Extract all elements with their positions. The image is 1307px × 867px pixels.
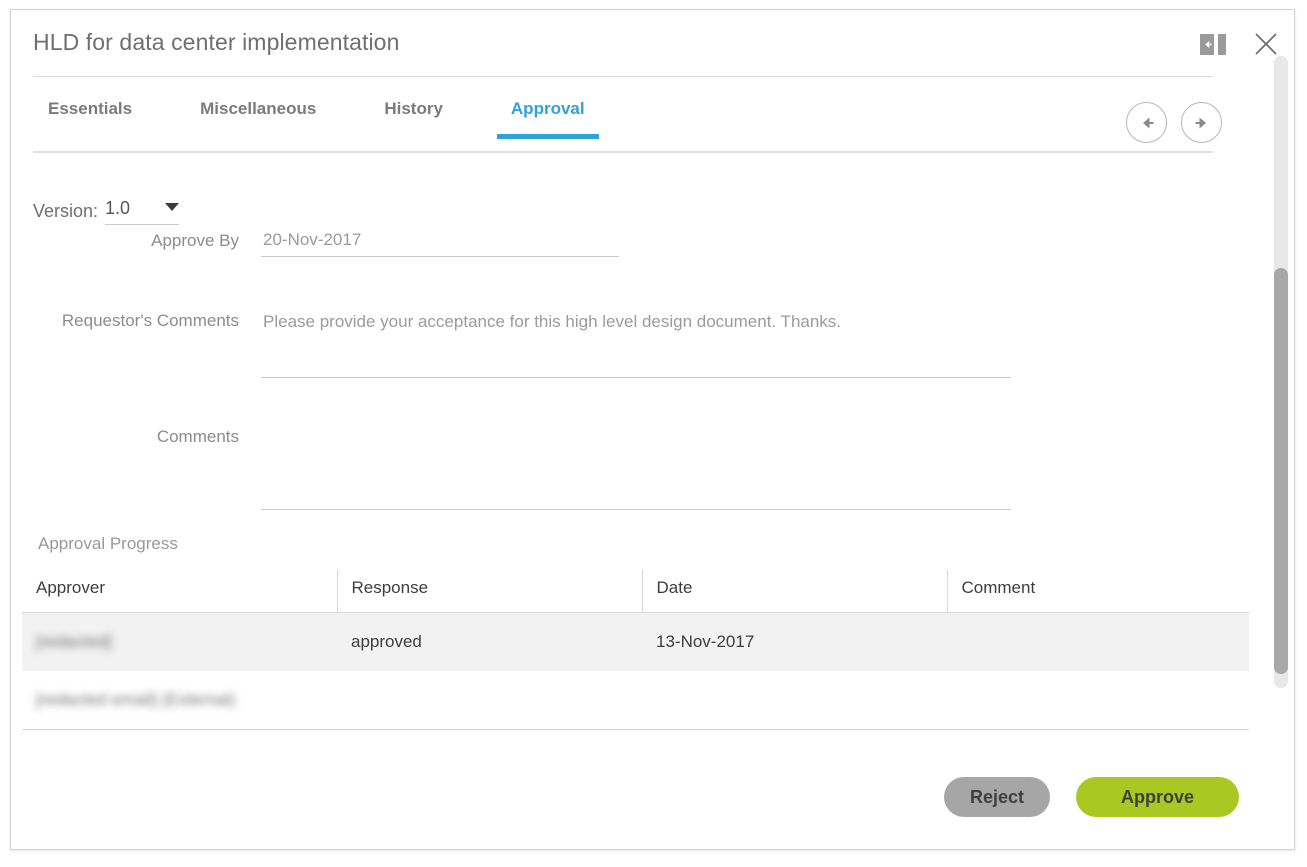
field-requestor-comments: Requestor's Comments bbox=[33, 310, 1011, 378]
arrow-right-icon bbox=[1195, 117, 1206, 128]
next-record-button[interactable] bbox=[1181, 102, 1222, 143]
redacted-approver: [redacted email] (External) bbox=[36, 690, 236, 709]
version-row: Version: 1.0 bbox=[33, 198, 180, 225]
vertical-scrollbar[interactable] bbox=[1274, 56, 1288, 688]
cell-response: approved bbox=[351, 632, 422, 651]
chevron-down-icon bbox=[165, 203, 180, 211]
cell-comment bbox=[947, 613, 1249, 672]
comments-label: Comments bbox=[156, 427, 239, 446]
version-label: Version: bbox=[33, 201, 99, 221]
approval-progress-table: Approver Response Date Comment [redacted… bbox=[22, 570, 1249, 730]
approve-by-input[interactable] bbox=[261, 230, 619, 257]
column-header-response: Response bbox=[336, 570, 642, 613]
approval-dialog: HLD for data center implementation Essen… bbox=[10, 9, 1295, 850]
redacted-approver: [redacted] bbox=[36, 632, 112, 651]
approve-button[interactable]: Approve bbox=[1076, 777, 1239, 817]
close-button[interactable] bbox=[1252, 30, 1280, 58]
approve-by-label: Approve By bbox=[151, 231, 239, 250]
cell-approver: [redacted] bbox=[22, 613, 337, 672]
comments-input[interactable] bbox=[261, 426, 1011, 510]
dialog-titlebar: HLD for data center implementation bbox=[11, 10, 1294, 76]
approval-progress-label: Approval Progress bbox=[38, 534, 178, 553]
previous-record-button[interactable] bbox=[1126, 102, 1167, 143]
field-approve-by: Approve By bbox=[33, 230, 619, 257]
table-row[interactable]: [redacted] approved 13-Nov-2017 bbox=[22, 612, 1249, 672]
tab-history[interactable]: History bbox=[384, 88, 443, 139]
tab-essentials[interactable]: Essentials bbox=[48, 88, 132, 139]
column-header-date: Date bbox=[641, 570, 947, 613]
table-header-row: Approver Response Date Comment bbox=[22, 570, 1249, 613]
version-value: 1.0 bbox=[105, 198, 131, 218]
arrow-left-icon bbox=[1142, 117, 1153, 128]
cell-date: 13-Nov-2017 bbox=[656, 632, 755, 651]
arrow-left-glyph bbox=[1205, 40, 1212, 48]
close-icon bbox=[1255, 33, 1277, 55]
cell-response bbox=[337, 671, 642, 730]
collapse-panel-icon bbox=[1200, 33, 1226, 55]
cell-approver: [redacted email] (External) bbox=[22, 671, 337, 730]
titlebar-actions bbox=[1200, 30, 1280, 58]
collapse-panel-button[interactable] bbox=[1200, 33, 1226, 55]
requestor-comments-label: Requestor's Comments bbox=[61, 311, 239, 330]
cell-date bbox=[642, 671, 947, 730]
cell-comment bbox=[947, 671, 1249, 730]
tab-approval[interactable]: Approval bbox=[496, 88, 599, 139]
version-select[interactable]: 1.0 bbox=[105, 198, 180, 225]
table-row[interactable]: [redacted email] (External) bbox=[22, 671, 1249, 730]
tab-miscellaneous[interactable]: Miscellaneous bbox=[200, 88, 316, 139]
field-comments: Comments bbox=[33, 426, 1011, 510]
reject-button[interactable]: Reject bbox=[943, 777, 1050, 817]
dialog-footer: Reject Approve bbox=[11, 759, 1269, 849]
column-header-approver: Approver bbox=[22, 570, 337, 613]
record-navigation bbox=[1126, 102, 1222, 143]
approval-form-scroll-area: Version: 1.0 Approve By Requestor's Comm… bbox=[11, 152, 1269, 762]
scrollbar-thumb[interactable] bbox=[1274, 268, 1288, 674]
requestor-comments-input[interactable] bbox=[261, 310, 1011, 378]
page-title: HLD for data center implementation bbox=[33, 29, 400, 55]
column-header-comment: Comment bbox=[946, 570, 1249, 613]
tab-bar: Essentials Miscellaneous History Approva… bbox=[11, 88, 1294, 153]
header-divider bbox=[33, 76, 1213, 77]
tab-list: Essentials Miscellaneous History Approva… bbox=[48, 88, 599, 139]
